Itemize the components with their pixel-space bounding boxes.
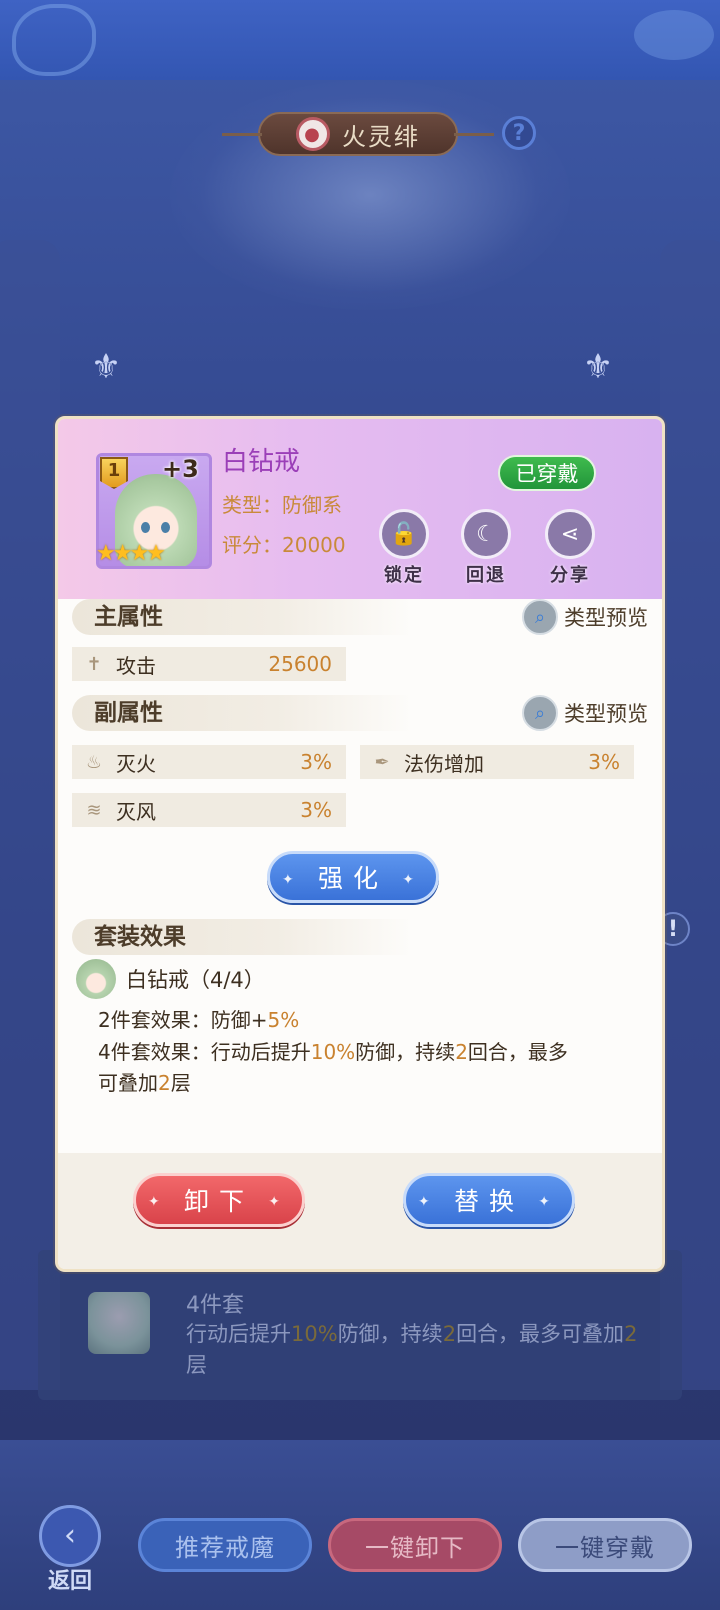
lock-label: 锁定 <box>384 565 424 586</box>
stat-row: ♨ 灭火 3% <box>72 745 346 779</box>
stat-name: 法伤增加 <box>404 751 484 776</box>
back-label: 返回 <box>47 1569 92 1594</box>
stat-row: ✒ 法伤增加 3% <box>360 745 634 779</box>
background-set-description: 行动后提升10%防御，持续2回合，最多可叠加2层 <box>186 1322 638 1377</box>
back-button[interactable]: ‹ 返回 <box>36 1505 104 1595</box>
pillar-right <box>660 240 720 1390</box>
stat-value: 25600 <box>268 652 332 676</box>
recommend-button[interactable]: 推荐戒魔 <box>138 1518 312 1572</box>
sword-icon: ✝ <box>86 653 102 675</box>
share-button[interactable]: ⋖ 分享 <box>542 509 598 587</box>
main-attr-title: 主属性 <box>72 599 412 635</box>
stat-row: ✝ 攻击 25600 <box>72 647 346 681</box>
stat-value: 3% <box>300 798 332 822</box>
stat-value: 3% <box>300 750 332 774</box>
wind-icon: ≋ <box>86 799 102 821</box>
four-piece-effect: 4件套效果：行动后提升10%防御，持续2回合，最多 可叠加2层 <box>98 1040 568 1095</box>
item-name: 白钻戒 <box>222 447 301 477</box>
character-name: 火灵绯 <box>342 122 420 151</box>
stat-value: 3% <box>588 750 620 774</box>
stat-name: 灭风 <box>116 799 156 824</box>
set-name: 白钻戒（4/4） <box>126 968 265 992</box>
set-effect-title: 套装效果 <box>72 919 412 955</box>
equipped-badge: 已穿戴 <box>498 455 596 491</box>
two-piece-effect: 2件套效果：防御+5% <box>98 1008 300 1032</box>
decorative-cloud <box>634 10 714 60</box>
lock-button[interactable]: 🔓 锁定 <box>376 509 432 587</box>
character-name-banner: ● 火灵绯 <box>222 112 494 156</box>
character-emblem-icon: ● <box>296 117 330 151</box>
back-arrow-icon: ‹ <box>39 1505 101 1567</box>
fleur-icon: ⚜ <box>582 347 614 387</box>
unequip-button[interactable]: ✦ 卸下 ✦ <box>133 1173 305 1227</box>
item-type: 类型：防御系 <box>222 493 342 517</box>
enhance-button[interactable]: ✦ 强化 ✦ <box>267 851 439 903</box>
pillar-left <box>0 240 60 1390</box>
magnifier-icon: ⌕ <box>522 695 558 731</box>
share-icon: ⋖ <box>545 509 595 559</box>
set-item: 白钻戒（4/4） <box>76 959 265 999</box>
replace-button[interactable]: ✦ 替换 ✦ <box>403 1173 575 1227</box>
item-detail-card: 1 +3 ★★★★ 白钻戒 类型：防御系 评分：20000 已穿戴 🔓 锁定 ☾… <box>55 416 665 1272</box>
card-footer: ✦ 卸下 ✦ ✦ 替换 ✦ <box>58 1153 662 1269</box>
lock-icon: 🔓 <box>379 509 429 559</box>
top-bar <box>0 0 720 80</box>
preview-label: 类型预览 <box>564 702 648 726</box>
background-set-title: 4件套 <box>186 1293 244 1318</box>
set-avatar <box>76 959 116 999</box>
question-icon[interactable]: ? <box>502 116 536 150</box>
magnifier-icon: ⌕ <box>522 599 558 635</box>
fire-pot-icon: ♨ <box>85 751 103 773</box>
equip-all-button[interactable]: 一键穿戴 <box>518 1518 692 1572</box>
item-header: 1 +3 ★★★★ 白钻戒 类型：防御系 评分：20000 已穿戴 🔓 锁定 ☾… <box>58 419 662 599</box>
decorative-swirl <box>12 4 96 76</box>
fleur-icon: ⚜ <box>90 347 122 387</box>
sub-attr-preview-button[interactable]: ⌕ 类型预览 <box>522 695 648 731</box>
stat-name: 攻击 <box>116 653 156 678</box>
stat-name: 灭火 <box>116 751 156 776</box>
background-set-avatar <box>88 1292 150 1354</box>
main-attr-preview-button[interactable]: ⌕ 类型预览 <box>522 599 648 635</box>
plus-level: +3 <box>162 455 199 483</box>
feather-icon: ✒ <box>374 751 390 773</box>
undo-label: 回退 <box>466 565 506 586</box>
star-rating: ★★★★ <box>96 541 166 566</box>
stat-row: ≋ 灭风 3% <box>72 793 346 827</box>
share-label: 分享 <box>550 565 590 586</box>
item-score: 评分：20000 <box>222 533 346 557</box>
unequip-all-button[interactable]: 一键卸下 <box>328 1518 502 1572</box>
undo-icon: ☾ <box>461 509 511 559</box>
preview-label: 类型预览 <box>564 606 648 630</box>
sub-attr-title: 副属性 <box>72 695 412 731</box>
undo-button[interactable]: ☾ 回退 <box>458 509 514 587</box>
